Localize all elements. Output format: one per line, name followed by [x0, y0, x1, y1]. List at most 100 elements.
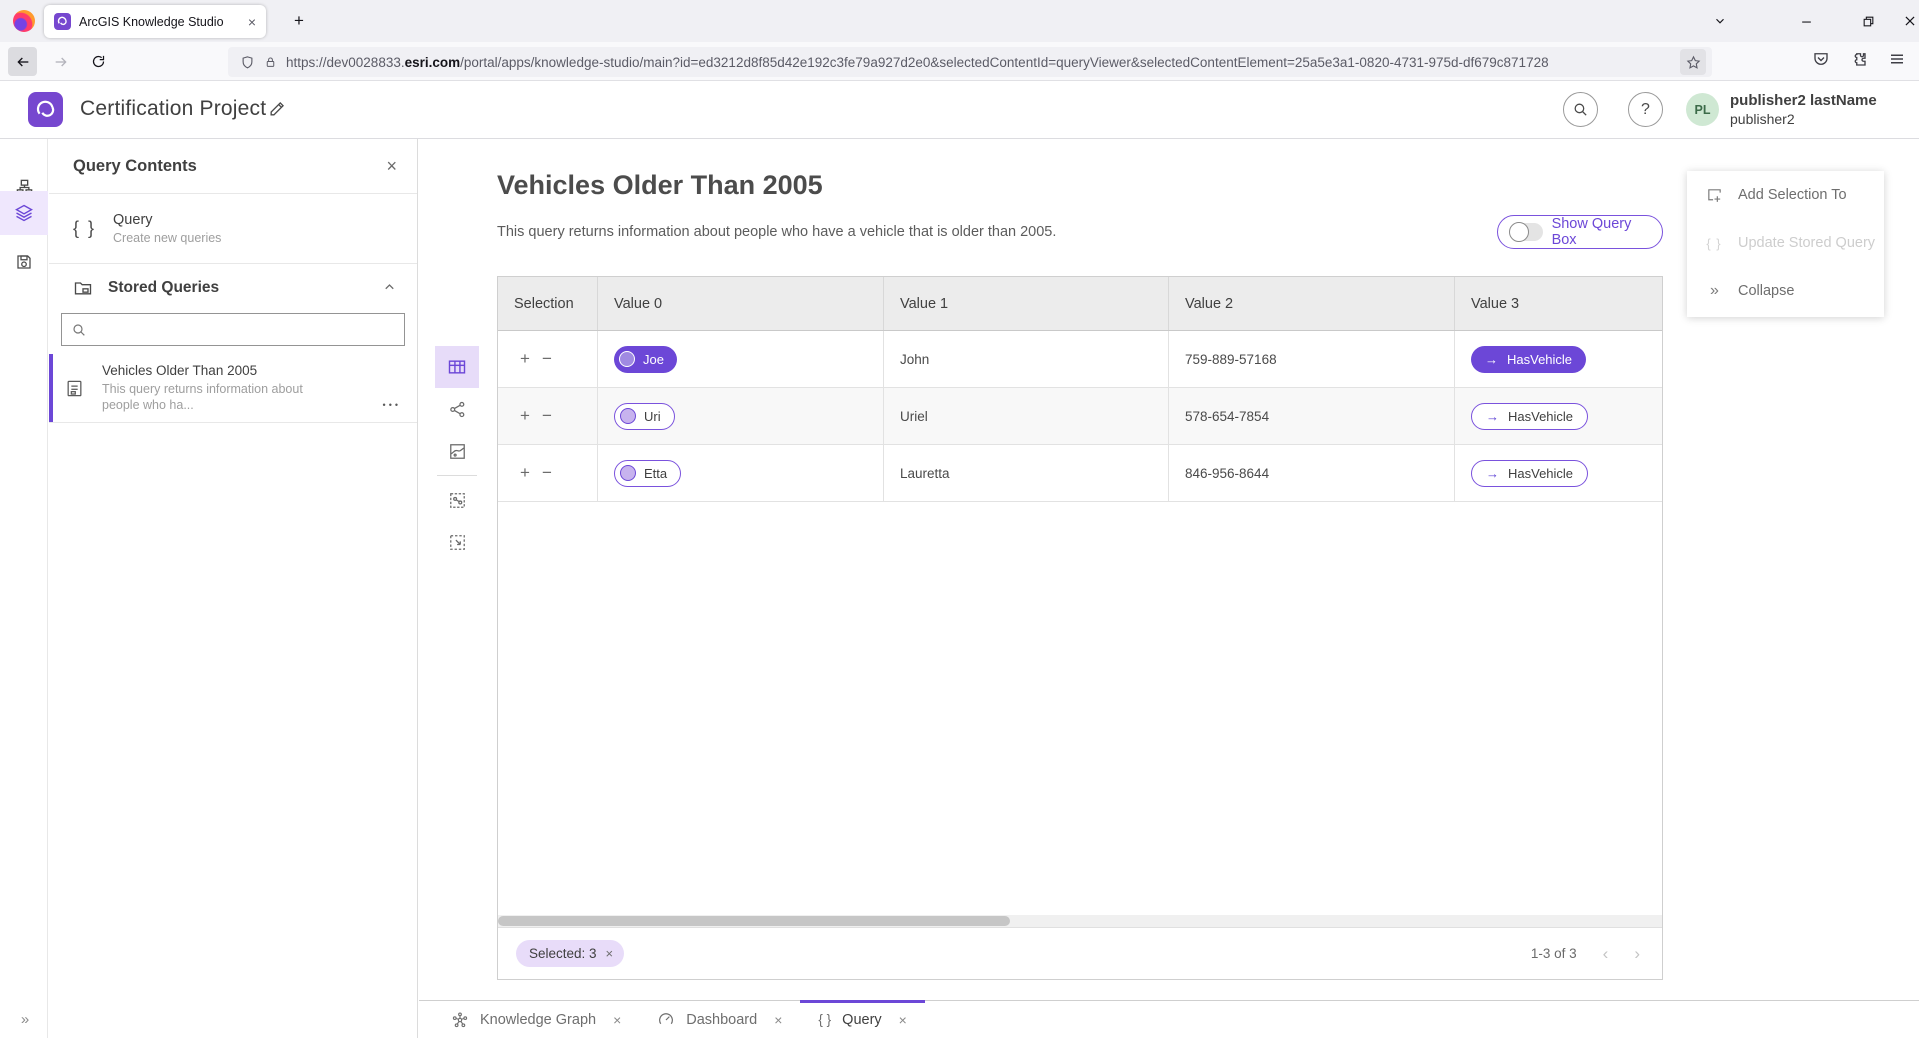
query-item-subtitle: Create new queries: [113, 231, 221, 245]
result-view-toolbar: [435, 346, 479, 563]
add-to-selection-button[interactable]: +: [514, 406, 536, 426]
selection-tool-button[interactable]: [435, 521, 479, 563]
tab-label: Dashboard: [686, 1012, 757, 1028]
project-title: Certification Project: [80, 97, 266, 121]
expand-rail-icon[interactable]: »: [0, 1004, 48, 1034]
user-avatar[interactable]: PL: [1686, 93, 1719, 126]
entity-icon: [620, 408, 636, 424]
stored-query-icon: [65, 379, 84, 398]
next-page-icon[interactable]: ›: [1634, 944, 1640, 964]
relationship-pill[interactable]: →HasVehicle: [1471, 346, 1586, 373]
contents-button[interactable]: [0, 191, 48, 235]
column-header-value2[interactable]: Value 2: [1169, 277, 1455, 330]
remove-from-selection-button[interactable]: −: [536, 406, 558, 426]
menu-item-update-stored-query[interactable]: { } Update Stored Query: [1687, 219, 1884, 267]
back-button[interactable]: [8, 47, 37, 76]
firefox-logo-icon[interactable]: [13, 10, 35, 32]
query-item-title: Query: [113, 212, 221, 228]
table-view-button[interactable]: [435, 346, 479, 388]
cell-value: 578-654-7854: [1185, 409, 1269, 424]
search-input[interactable]: [95, 322, 395, 337]
app-window: ArcGIS Knowledge Studio × + htt: [0, 0, 1919, 1038]
reload-button[interactable]: [84, 47, 113, 76]
previous-page-icon[interactable]: ‹: [1603, 944, 1609, 964]
column-header-value1[interactable]: Value 1: [884, 277, 1169, 330]
table-empty-area: [498, 502, 1662, 915]
stored-query-title: Vehicles Older Than 2005: [102, 363, 303, 378]
pocket-icon[interactable]: [1812, 50, 1830, 68]
menu-item-collapse[interactable]: » Collapse: [1687, 267, 1884, 315]
add-to-selection-button[interactable]: +: [514, 349, 536, 369]
relationship-pill[interactable]: →HasVehicle: [1471, 403, 1588, 430]
link-chart-view-button[interactable]: [435, 388, 479, 430]
remove-from-selection-button[interactable]: −: [536, 349, 558, 369]
bookmark-star-icon[interactable]: [1680, 49, 1706, 75]
selected-indicator: [49, 354, 53, 422]
entity-pill[interactable]: Etta: [614, 460, 681, 487]
tab-query[interactable]: { } Query ×: [800, 1001, 924, 1038]
window-restore-button[interactable]: [1848, 0, 1888, 42]
menu-item-add-selection-to[interactable]: Add Selection To: [1687, 171, 1884, 219]
remove-from-selection-button[interactable]: −: [536, 463, 558, 483]
arcgis-favicon-icon: [54, 13, 71, 30]
tab-knowledge-graph[interactable]: Knowledge Graph ×: [433, 1001, 639, 1038]
add-to-link-chart-button[interactable]: [435, 479, 479, 521]
entity-pill[interactable]: Uri: [614, 403, 675, 430]
layers-icon: [14, 203, 34, 223]
search-button[interactable]: [1563, 92, 1598, 127]
show-query-box-label: Show Query Box: [1552, 216, 1650, 248]
save-button[interactable]: [0, 240, 48, 284]
help-button[interactable]: ?: [1628, 92, 1663, 127]
relationship-pill[interactable]: →HasVehicle: [1471, 460, 1588, 487]
tab-close-icon[interactable]: ×: [899, 1012, 907, 1028]
arrow-right-icon: →: [1485, 352, 1498, 367]
window-minimize-button[interactable]: [1786, 0, 1826, 42]
column-header-value0[interactable]: Value 0: [598, 277, 884, 330]
scrollbar-thumb[interactable]: [498, 916, 1010, 926]
window-close-button[interactable]: [1890, 0, 1919, 42]
new-tab-button[interactable]: +: [286, 8, 312, 34]
tracking-shield-icon[interactable]: [240, 55, 255, 70]
tab-close-icon[interactable]: ×: [613, 1012, 621, 1028]
toggle-track[interactable]: [1510, 223, 1543, 241]
forward-button[interactable]: [46, 47, 75, 76]
edit-project-title-icon[interactable]: [268, 99, 287, 118]
horizontal-scrollbar[interactable]: [498, 915, 1662, 927]
url-bar[interactable]: https://dev0028833.esri.com/portal/apps/…: [228, 47, 1712, 77]
collapse-icon: »: [1705, 282, 1723, 300]
chevron-up-icon[interactable]: [382, 280, 397, 295]
browser-tab[interactable]: ArcGIS Knowledge Studio ×: [44, 5, 266, 38]
knowledge-studio-logo: [28, 92, 63, 127]
column-header-selection[interactable]: Selection: [498, 277, 598, 330]
hamburger-menu-icon[interactable]: [1888, 50, 1906, 68]
new-query-item[interactable]: { } Query Create new queries: [49, 194, 417, 264]
stored-queries-header[interactable]: Stored Queries: [49, 264, 417, 311]
add-selection-icon: [1705, 187, 1723, 204]
lock-icon[interactable]: [264, 55, 277, 69]
url-text[interactable]: https://dev0028833.esri.com/portal/apps/…: [286, 55, 1671, 70]
tab-label: Query: [842, 1012, 882, 1028]
dashboard-gauge-icon: [657, 1011, 675, 1029]
extensions-puzzle-icon[interactable]: [1850, 50, 1868, 68]
show-query-box-toggle[interactable]: Show Query Box: [1497, 215, 1663, 249]
stored-queries-search[interactable]: [61, 313, 405, 346]
column-header-value3[interactable]: Value 3: [1455, 277, 1662, 330]
selected-count-chip[interactable]: Selected: 3 ×: [516, 940, 624, 967]
tab-list-dropdown-icon[interactable]: [1700, 0, 1740, 42]
content-tab-bar: Knowledge Graph × Dashboard × { } Query …: [419, 1000, 1919, 1038]
user-name: publisher2 lastName: [1730, 92, 1877, 110]
clear-selection-icon[interactable]: ×: [606, 946, 614, 961]
tab-label: Knowledge Graph: [480, 1012, 596, 1028]
tab-close-icon[interactable]: ×: [774, 1012, 782, 1028]
tab-dashboard[interactable]: Dashboard ×: [639, 1001, 800, 1038]
tab-close-icon[interactable]: ×: [248, 14, 256, 30]
user-info[interactable]: publisher2 lastName publisher2: [1730, 92, 1877, 128]
stored-query-item[interactable]: Vehicles Older Than 2005 This query retu…: [49, 354, 417, 423]
item-options-icon[interactable]: •••: [383, 400, 401, 410]
map-icon: [448, 442, 467, 461]
panel-close-icon[interactable]: ×: [386, 156, 397, 177]
map-view-button[interactable]: [435, 430, 479, 472]
entity-pill[interactable]: Joe: [614, 346, 677, 373]
add-to-selection-button[interactable]: +: [514, 463, 536, 483]
query-result-description: This query returns information about peo…: [497, 224, 1056, 240]
